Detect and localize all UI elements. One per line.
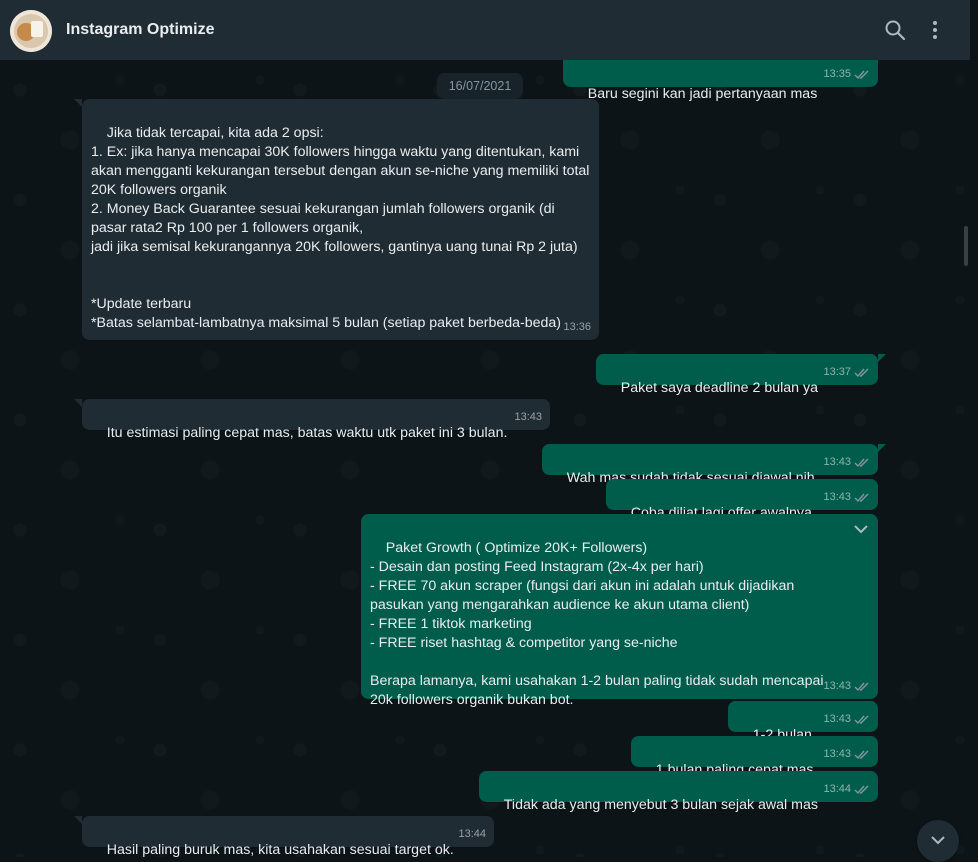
message-bubble[interactable]: Coba diliat lagi offer awalnya 13:43 xyxy=(606,479,878,521)
message-time: 13:43 xyxy=(514,411,542,423)
message-time: 13:43 xyxy=(823,713,851,725)
message-meta: 13:36 xyxy=(563,318,591,337)
message-bubble[interactable]: Paket Growth ( Optimize 20K+ Followers) … xyxy=(361,514,878,708)
message-text: Jika tidak tercapai, kita ada 2 opsi: 1.… xyxy=(91,125,590,331)
chevron-down-icon[interactable] xyxy=(852,520,870,538)
message-meta: 13:43 xyxy=(514,408,542,427)
message-bubble[interactable]: Jika tidak tercapai, kita ada 2 opsi: 1.… xyxy=(74,99,599,340)
scroll-down-button[interactable] xyxy=(917,820,959,862)
message-text: Paket saya deadline 2 bulan ya xyxy=(620,380,818,396)
message-list[interactable]: Baru segini kan jadi pertanyaan mas 13:3… xyxy=(0,60,970,857)
read-ticks-icon xyxy=(854,457,870,468)
message-text: Tidak ada yang menyebut 3 bulan sejak aw… xyxy=(503,797,818,813)
scrollbar-thumb[interactable] xyxy=(964,226,968,266)
message-meta: 13:44 xyxy=(823,780,870,799)
message-text: Paket Growth ( Optimize 20K+ Followers) … xyxy=(370,540,824,708)
message-bubble[interactable]: Wah mas sudah tidak sesuai diawal nih. 1… xyxy=(542,444,886,486)
message-time: 13:43 xyxy=(823,680,851,692)
chat-header: Instagram Optimize xyxy=(0,0,970,61)
message-bubble[interactable]: Paket saya deadline 2 bulan ya 13:37 xyxy=(596,354,886,396)
message-meta: 13:43 xyxy=(823,745,870,764)
message-meta: 13:43 xyxy=(823,710,870,729)
message-time: 13:35 xyxy=(823,68,851,80)
message-time: 13:43 xyxy=(823,748,851,760)
message-time: 13:43 xyxy=(823,456,851,468)
message-meta: 13:37 xyxy=(823,363,870,382)
message-bubble[interactable]: 1 bulan paling cepat mas 13:43 xyxy=(631,736,878,778)
chevron-down-icon xyxy=(931,836,945,845)
message-meta: 13:43 xyxy=(823,453,870,472)
message-bubble[interactable]: Itu estimasi paling cepat mas, batas wak… xyxy=(74,399,550,441)
menu-icon[interactable] xyxy=(923,18,947,42)
message-bubble[interactable]: Tidak ada yang menyebut 3 bulan sejak aw… xyxy=(479,771,878,813)
message-meta: 13:43 xyxy=(823,677,870,696)
message-meta: 13:35 xyxy=(823,65,870,84)
message-time: 13:44 xyxy=(458,828,486,840)
message-bubble[interactable]: Hasil paling buruk mas, kita usahakan se… xyxy=(74,816,494,857)
message-text: Baru segini kan jadi pertanyaan mas xyxy=(587,86,818,102)
read-ticks-icon xyxy=(854,784,870,795)
date-separator: 16/07/2021 xyxy=(437,73,523,99)
chat-title[interactable]: Instagram Optimize xyxy=(66,21,214,39)
message-time: 13:43 xyxy=(823,491,851,503)
scrollbar[interactable] xyxy=(970,60,978,857)
message-time: 13:36 xyxy=(563,321,591,333)
search-icon[interactable] xyxy=(883,18,907,42)
read-ticks-icon xyxy=(854,367,870,378)
message-meta: 13:43 xyxy=(823,488,870,507)
avatar[interactable] xyxy=(10,10,52,52)
message-meta: 13:44 xyxy=(458,825,486,844)
read-ticks-icon xyxy=(854,681,870,692)
read-ticks-icon xyxy=(854,492,870,503)
read-ticks-icon xyxy=(854,749,870,760)
read-ticks-icon xyxy=(854,69,870,80)
message-time: 13:37 xyxy=(823,366,851,378)
message-time: 13:44 xyxy=(823,783,851,795)
message-bubble[interactable]: 1-2 bulan 13:43 xyxy=(728,701,878,743)
message-text: Hasil paling buruk mas, kita usahakan se… xyxy=(106,842,454,857)
message-text: Itu estimasi paling cepat mas, batas wak… xyxy=(106,425,508,441)
read-ticks-icon xyxy=(854,714,870,725)
message-bubble[interactable]: Baru segini kan jadi pertanyaan mas 13:3… xyxy=(563,60,878,102)
